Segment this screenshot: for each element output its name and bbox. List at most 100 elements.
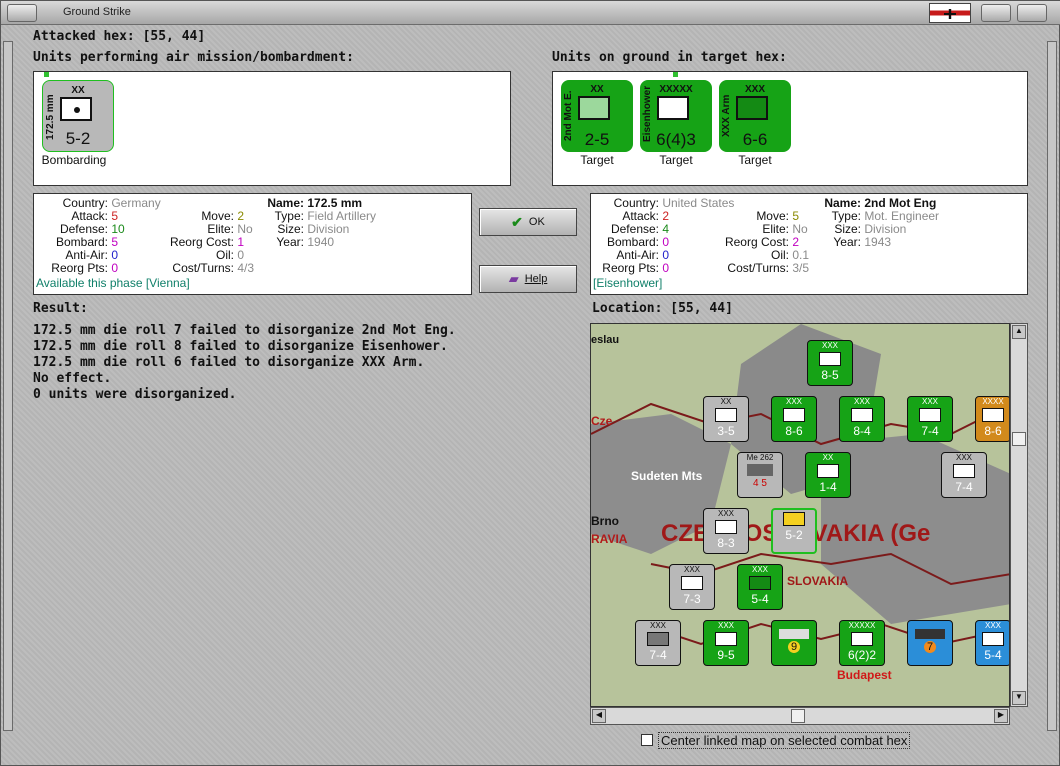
scroll-thumb[interactable] <box>791 709 805 723</box>
map-air-counter[interactable]: Me 262 4 5 <box>737 452 783 498</box>
map-unit-counter[interactable]: XXX 8-6 <box>771 396 817 442</box>
reorg-pts-value: 0 <box>662 261 670 275</box>
ground-unit-caption: Target <box>580 153 614 167</box>
year-label: Year: <box>833 235 861 249</box>
counter-value: 8-5 <box>821 368 839 382</box>
counter-value: 7-4 <box>955 480 973 494</box>
availability-text: Available this phase [Vienna] <box>36 276 190 290</box>
ok-button[interactable]: ✔ OK <box>479 208 577 236</box>
system-menu-button[interactable] <box>7 4 37 22</box>
infantry-symbol-icon <box>851 408 873 422</box>
reorg-pts-label: Reorg Pts: <box>602 261 659 275</box>
name-label: Name: <box>267 196 304 210</box>
mini-map[interactable]: eslau Cze Sudeten Mts Brno RAVIA CZECHOS… <box>590 323 1010 707</box>
result-line: 172.5 mm die roll 8 failed to disorganiz… <box>33 339 448 354</box>
selected-marker <box>673 72 678 77</box>
air-unit-counter[interactable]: XX 172.5 mm 5-2 <box>42 80 114 152</box>
map-unit-counter[interactable]: XXX 8-4 <box>839 396 885 442</box>
map-mountain-label: Sudeten Mts <box>631 469 703 483</box>
checkmark-icon: ✔ <box>511 213 523 230</box>
map-unit-counter[interactable]: XXX 5-4 <box>737 564 783 610</box>
attack-label: Attack: <box>71 209 108 223</box>
counter-value: 8-4 <box>853 424 871 438</box>
ground-unit-counter[interactable]: XXXXX Eisenhower 6(4)3 <box>640 80 712 152</box>
scroll-left-arrow-icon[interactable]: ◀ <box>592 709 606 723</box>
jet-aircraft-icon <box>747 464 773 476</box>
map-selected-counter[interactable]: 5-2 <box>771 508 817 554</box>
size-value: Division <box>864 222 907 236</box>
map-city-label: Budapest <box>837 668 892 682</box>
air-unit-caption: Bombarding <box>41 153 107 167</box>
map-air-counter[interactable]: 7 <box>907 620 953 666</box>
map-unit-counter[interactable]: XX 3-5 <box>703 396 749 442</box>
help-book-icon: ▰ <box>508 271 519 286</box>
ground-unit-counter[interactable]: XX 2nd Mot E. 2-5 <box>561 80 633 152</box>
defense-value: 10 <box>111 222 125 236</box>
infantry-symbol-icon <box>819 352 841 366</box>
defense-value: 4 <box>662 222 670 236</box>
map-unit-counter[interactable]: XXX 9-5 <box>703 620 749 666</box>
scroll-right-arrow-icon[interactable]: ▶ <box>994 709 1008 723</box>
help-button[interactable]: ▰ Help <box>479 265 577 293</box>
counter-aircraft-name: Me 262 <box>746 453 774 462</box>
name-value: 172.5 mm <box>307 196 363 210</box>
close-button[interactable] <box>1017 4 1047 22</box>
antiair-label: Anti-Air: <box>616 248 659 262</box>
counter-size: XXX <box>649 621 666 630</box>
scroll-down-arrow-icon[interactable]: ▼ <box>1012 691 1026 705</box>
infantry-symbol-icon <box>919 408 941 422</box>
cost-turns-value: 4/3 <box>237 261 255 275</box>
country-label: Country: <box>62 196 108 210</box>
counter-size: XXX <box>984 621 1001 630</box>
reorg-cost-label: Reorg Cost: <box>169 235 234 249</box>
oil-label: Oil: <box>771 248 789 262</box>
scroll-thumb[interactable] <box>1012 432 1026 446</box>
map-unit-counter[interactable]: XXXX 8-6 <box>975 396 1009 442</box>
map-unit-counter[interactable]: XXX 7-4 <box>907 396 953 442</box>
infantry-symbol-icon <box>715 632 737 646</box>
air-units-panel: XX 172.5 mm 5-2 Bombarding <box>33 71 511 186</box>
counter-value: 4 5 <box>753 478 767 489</box>
bombard-value: 5 <box>111 235 119 249</box>
map-air-counter[interactable]: 9 <box>771 620 817 666</box>
bombard-label: Bombard: <box>55 235 108 249</box>
minimize-button[interactable] <box>981 4 1011 22</box>
artillery-symbol-icon <box>715 408 737 422</box>
year-value: 1943 <box>864 235 892 249</box>
map-unit-counter[interactable]: XXX 5-4 <box>975 620 1009 666</box>
map-horizontal-scrollbar[interactable]: ◀ ▶ <box>590 707 1010 725</box>
map-unit-counter[interactable]: XXXXX 6(2)2 <box>839 620 885 666</box>
center-map-checkbox-label[interactable]: Center linked map on selected combat hex <box>658 732 911 749</box>
counter-value: 6(4)3 <box>656 130 696 149</box>
counter-size: XXXXX <box>848 621 876 630</box>
defense-label: Defense: <box>610 222 659 236</box>
hq-symbol-icon <box>657 96 689 120</box>
scroll-up-arrow-icon[interactable]: ▲ <box>1012 325 1026 339</box>
ground-strike-window: Ground Strike Attacked hex: [55, 44] Uni… <box>0 0 1060 766</box>
ground-unit-counter[interactable]: XXX XXX Arm 6-6 <box>719 80 791 152</box>
counter-value: 5-4 <box>751 592 769 606</box>
bombard-label: Bombard: <box>606 235 659 249</box>
map-unit-counter[interactable]: XX 1-4 <box>805 452 851 498</box>
title-bar: Ground Strike <box>1 1 1060 25</box>
counter-value: 5-2 <box>65 129 91 148</box>
german-flag-icon <box>929 3 971 23</box>
result-line: 172.5 mm die roll 6 failed to disorganiz… <box>33 355 425 370</box>
hq-symbol-icon <box>851 632 873 646</box>
map-unit-counter[interactable]: XXX 8-5 <box>807 340 853 386</box>
name-label: Name: <box>824 196 861 210</box>
map-unit-counter[interactable]: XXX 7-4 <box>941 452 987 498</box>
map-unit-counter[interactable]: XXX 7-4 <box>635 620 681 666</box>
attacker-info-panel: Country: Germany Attack: 5 Defense: 10 B… <box>33 193 472 295</box>
map-unit-counter[interactable]: XXX 7-3 <box>669 564 715 610</box>
attack-label: Attack: <box>622 209 659 223</box>
map-vertical-scrollbar[interactable]: ▲ ▼ <box>1010 323 1028 707</box>
antiair-value: 0 <box>662 248 670 262</box>
attacked-hex-caption: Attacked hex: <box>33 29 135 44</box>
result-line: No effect. <box>33 371 112 386</box>
map-unit-counter[interactable]: XXX 8-3 <box>703 508 749 554</box>
center-map-checkbox[interactable] <box>641 734 653 746</box>
bomber-aircraft-icon <box>915 629 945 639</box>
attack-value: 5 <box>111 209 119 223</box>
counter-value: 1-4 <box>819 480 837 494</box>
